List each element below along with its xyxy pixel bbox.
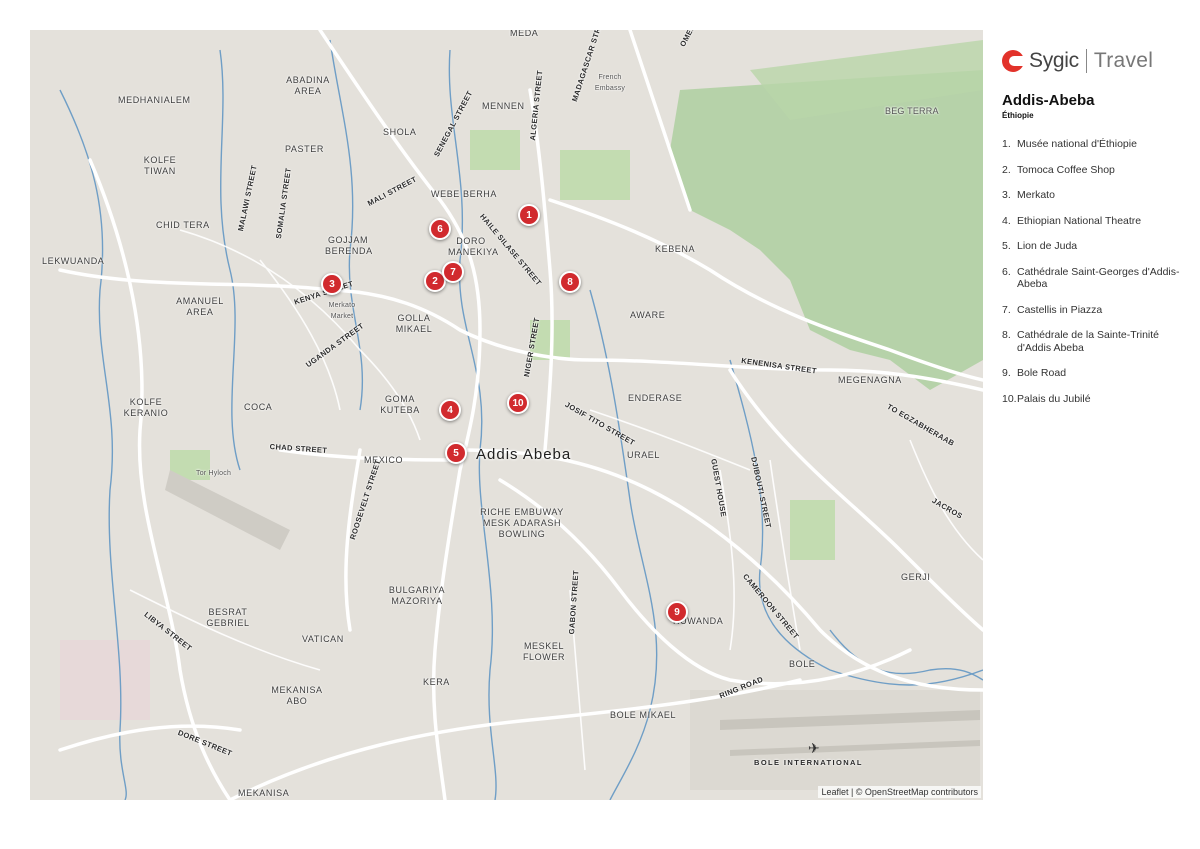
district-label: KOLFE TIWAN	[143, 155, 177, 176]
district-label: MEDA	[510, 30, 539, 38]
district-label: CHID TERA	[156, 220, 210, 230]
district-label: MENNEN	[482, 101, 525, 111]
district-label: RICHE EMBUWAY MESK ADARASH BOWLING	[480, 507, 564, 539]
district-label: KERA	[423, 677, 450, 687]
district-label: PASTER	[285, 144, 324, 154]
district-label: BULGARIYA MAZORIYA	[388, 585, 446, 606]
district-label: GOMA KUTEBA	[380, 394, 420, 415]
poi-marker-8[interactable]: 8	[559, 271, 581, 293]
district-label: AMANUEL AREA	[176, 296, 224, 317]
district-label: ENDERASE	[628, 393, 683, 403]
poi-label: French Embassy	[594, 74, 626, 92]
district-label: MEXICO	[364, 455, 404, 465]
poi-list-item: 4. Ethiopian National Theatre	[1002, 214, 1142, 227]
district-label: LEKWUANDA	[42, 256, 105, 266]
poi-marker-6[interactable]: 6	[429, 218, 451, 240]
district-label: AWARE	[630, 310, 666, 320]
map-title: Addis-Abeba	[1002, 92, 1095, 109]
district-label: MESKEL FLOWER	[522, 641, 566, 662]
district-label: WEBE BERHA	[431, 189, 498, 199]
district-label: VATICAN	[302, 634, 344, 644]
map-canvas[interactable]: MEDA ABADINA AREA MEDHANIALEM MENNEN SHO…	[30, 30, 983, 800]
district-label: URAEL	[627, 450, 661, 460]
legend-panel: Sygic Travel Addis-Abeba Éthiopie 1. Musé…	[1002, 44, 1182, 418]
map-attribution[interactable]: Leaflet | © OpenStreetMap contributors	[818, 786, 981, 798]
poi-list-item: 2. Tomoca Coffee Shop	[1002, 163, 1115, 176]
poi-list-item: 5. Lion de Juda	[1002, 240, 1078, 252]
brand-logo: Sygic Travel	[1002, 44, 1182, 78]
poi-list-item: 1. Musée national d'Éthiopie	[1002, 138, 1137, 150]
street-label: BOLE INTERNATIONAL	[754, 758, 863, 767]
poi-list-item: 7. Castellis in Piazza	[1002, 303, 1103, 316]
poi-marker-5[interactable]: 5	[445, 442, 467, 464]
city-label: Addis Abeba	[476, 446, 572, 463]
district-label: KOLFE KERANIO	[123, 397, 169, 418]
district-label: MEKANISA ABO	[271, 685, 323, 706]
district-label: GOJJAM BERENDA	[325, 235, 373, 256]
district-label: MEGENAGNA	[838, 375, 902, 385]
poi-marker-4[interactable]: 4	[439, 399, 461, 421]
district-label: GERJI	[901, 572, 931, 582]
brand-product: Travel	[1093, 49, 1154, 72]
poi-marker-1[interactable]: 1	[518, 204, 540, 226]
district-label: ABADINA AREA	[286, 75, 330, 96]
district-label: BESRAT GEBRIEL	[206, 607, 250, 628]
poi-label: Tor Hyloch	[196, 470, 232, 477]
airport-icon: ✈	[808, 740, 820, 756]
poi-list-item: 9. Bole Road	[1002, 367, 1067, 379]
brand-name: Sygic	[1029, 49, 1079, 72]
district-label: DORO MANEKIYA	[448, 236, 499, 257]
district-label: GOLLA MIKAEL	[395, 313, 433, 334]
poi-marker-7[interactable]: 7	[442, 261, 464, 283]
brand-divider	[1085, 49, 1087, 73]
sygic-logo-icon	[1002, 50, 1024, 72]
district-label: COCA	[244, 402, 273, 412]
poi-list-item: 8. Cathédrale de la Sainte-Trinité d'Addi…	[1002, 329, 1160, 354]
poi-list-item: 10. Palais du Jubilé	[1002, 392, 1091, 405]
district-label: BOLE	[789, 659, 816, 669]
district-label: BEG TERRA	[885, 106, 939, 116]
poi-label: Merkato Market	[328, 302, 356, 320]
district-label: BOLE MIKAEL	[610, 710, 677, 720]
district-label: MEKANISA	[238, 788, 290, 798]
district-label: SHOLA	[383, 127, 417, 137]
poi-list: 1. Musée national d'Éthiopie 2. Tomoca Cof…	[1002, 138, 1182, 405]
poi-list-item: 6. Cathédrale Saint-Georges d'Addis-Abeba	[1002, 265, 1180, 291]
poi-marker-9[interactable]: 9	[666, 601, 688, 623]
district-label: KEBENA	[655, 244, 696, 254]
map-subtitle: Éthiopie	[1002, 111, 1034, 120]
poi-marker-10[interactable]: 10	[507, 392, 529, 414]
poi-marker-3[interactable]: 3	[321, 273, 343, 295]
district-label: MEDHANIALEM	[118, 95, 191, 105]
poi-list-item: 3. Merkato	[1002, 189, 1055, 201]
